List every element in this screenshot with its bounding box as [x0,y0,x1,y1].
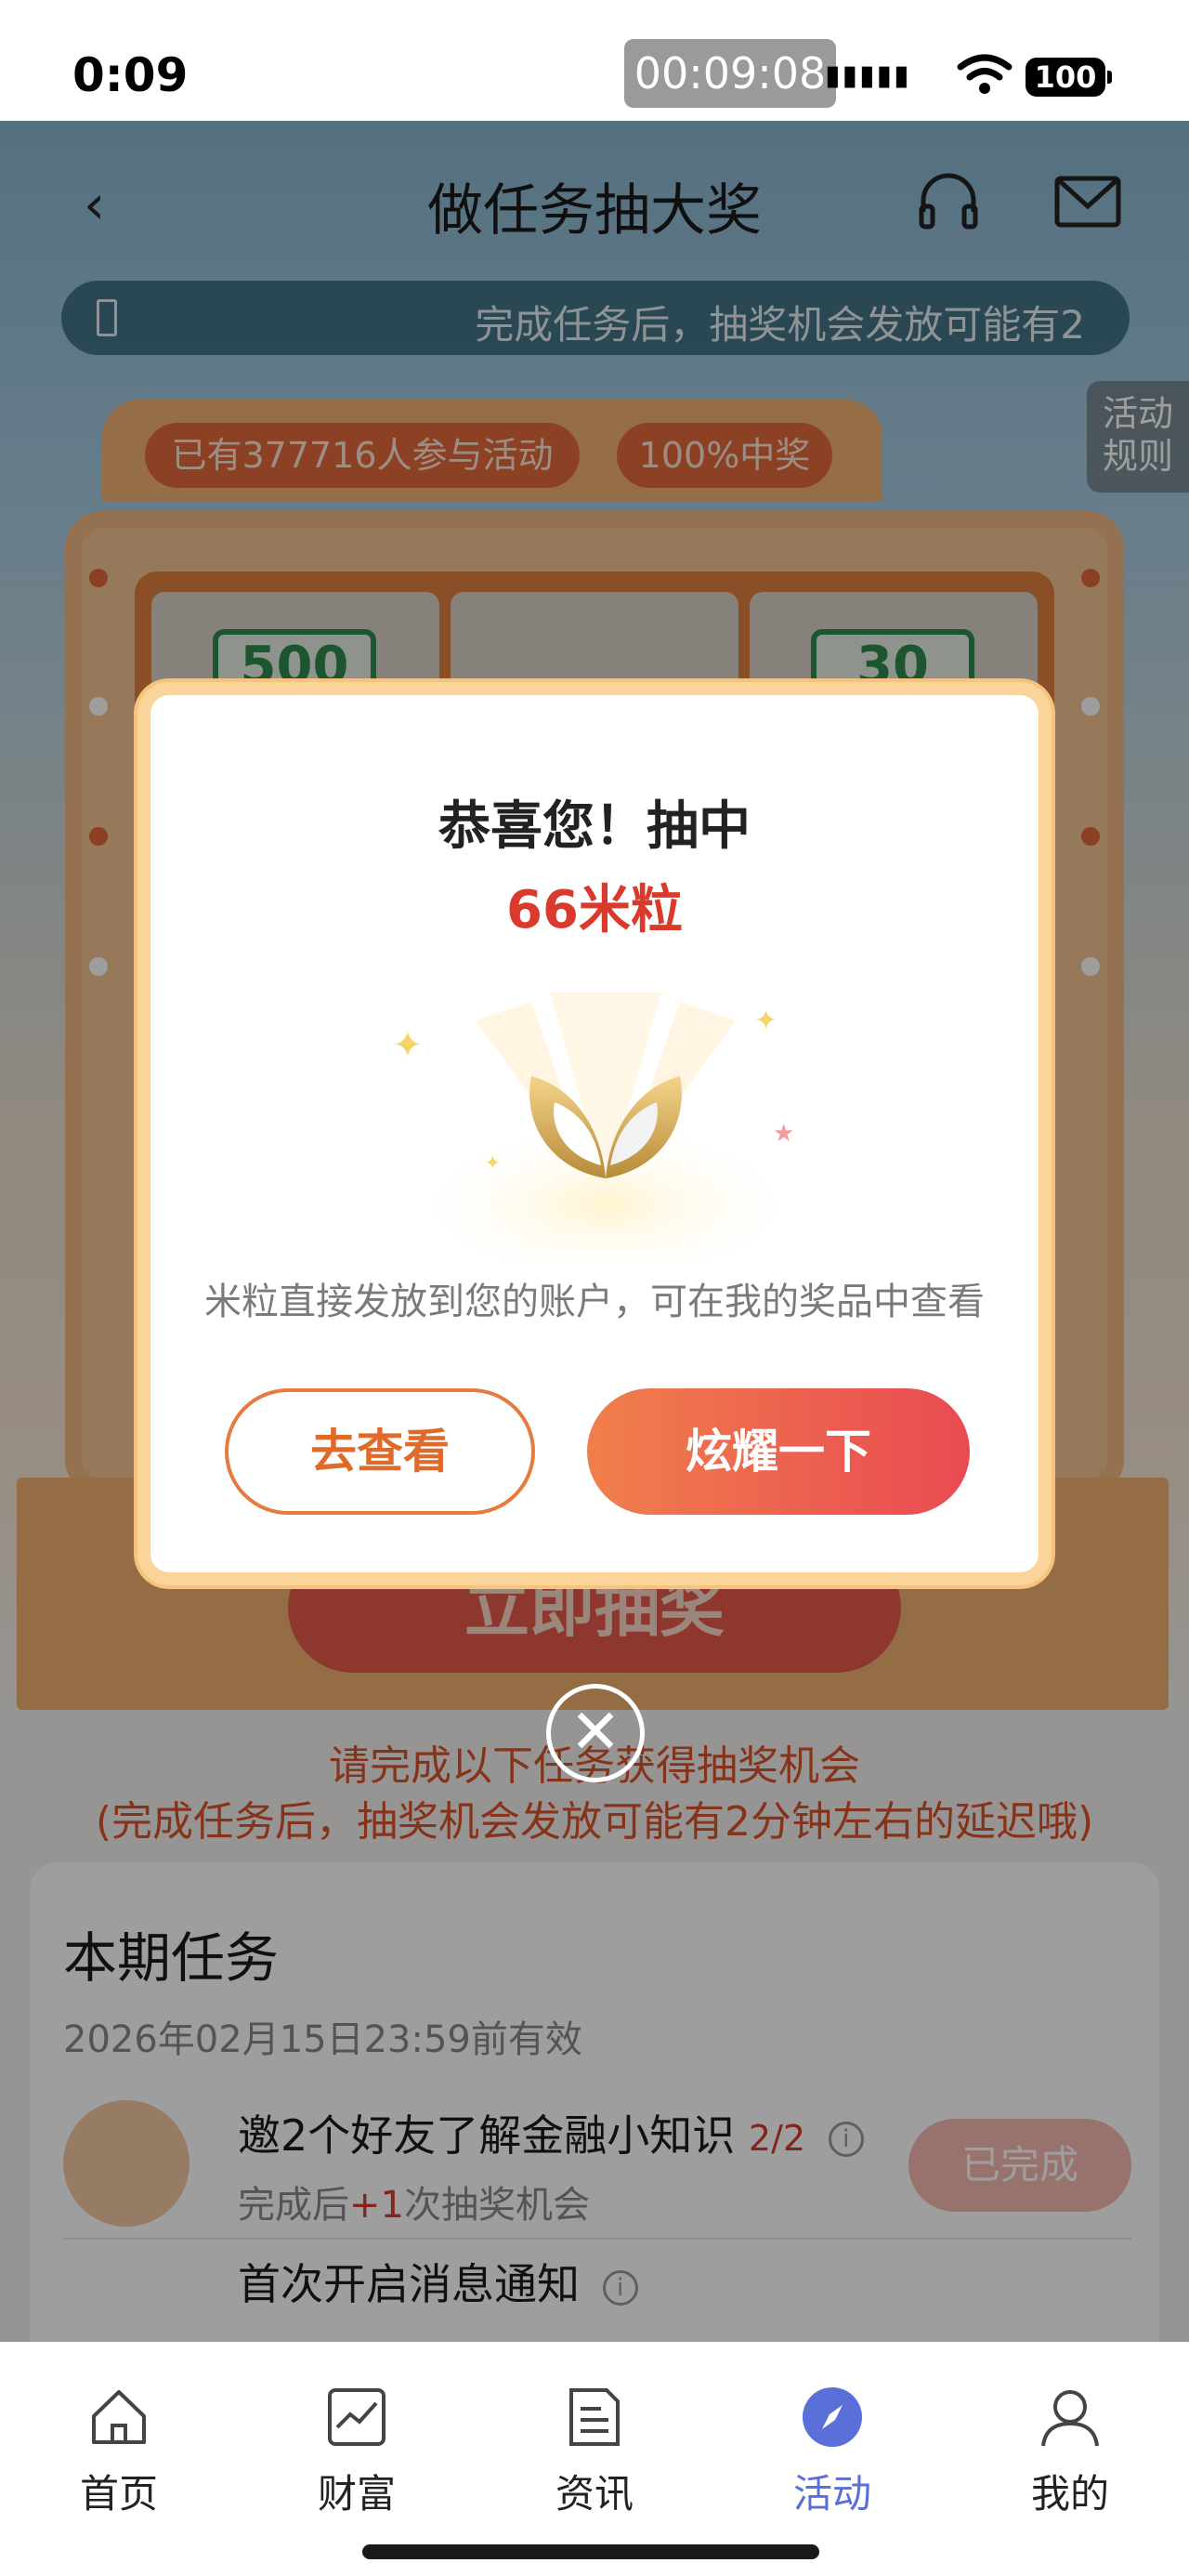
tab-label: 首页 [79,2471,158,2517]
recording-timer: 00:09:08 [624,39,836,108]
status-time: 0:09 [72,48,189,102]
news-icon [569,2388,620,2446]
view-prize-button[interactable]: 去查看 [225,1388,535,1515]
compass-icon [803,2387,862,2447]
modal-title: 恭喜您！抽中 [438,796,751,857]
tab-home[interactable]: 首页 [45,2385,193,2519]
close-icon[interactable]: ✕ [546,1684,645,1782]
tab-label: 我的 [1030,2471,1109,2517]
svg-text:✦: ✦ [392,1024,424,1067]
tab-label: 资讯 [555,2471,634,2517]
rice-grain-icon: ✦ ✦ ★ ✦ [392,992,810,1262]
battery-icon: 100 [1026,58,1112,97]
svg-text:✦: ✦ [754,1005,777,1037]
tab-label: 财富 [317,2471,396,2517]
home-icon [92,2390,146,2444]
status-bar: 0:09 00:09:08 ▮▮▮▮▮ 100 [0,0,1189,121]
tab-activity[interactable]: 活动 [758,2385,907,2519]
tab-label: 活动 [792,2471,871,2517]
tab-mine[interactable]: 我的 [996,2385,1144,2519]
svg-text:★: ★ [773,1120,794,1148]
modal-description: 米粒直接发放到您的账户，可在我的奖品中查看 [204,1281,985,1323]
user-icon [1041,2390,1099,2447]
signal-icon: ▮▮▮▮▮ [825,59,911,92]
svg-text:✦: ✦ [485,1151,501,1174]
home-indicator [362,2544,819,2559]
tab-news[interactable]: 资讯 [520,2385,669,2519]
wifi-icon [957,54,1013,94]
prize-modal: 恭喜您！抽中 66米粒 ✦ ✦ ★ ✦ 米粒直接发放到您的账户，可在我的奖品中查… [137,682,1052,1585]
tab-bar: 首页 财富 资讯 活动 我的 [0,2342,1189,2576]
tab-wealth[interactable]: 财富 [282,2385,431,2519]
share-button[interactable]: 炫耀一下 [587,1388,970,1515]
prize-amount: 66米粒 [506,880,683,940]
chart-icon [328,2388,385,2446]
